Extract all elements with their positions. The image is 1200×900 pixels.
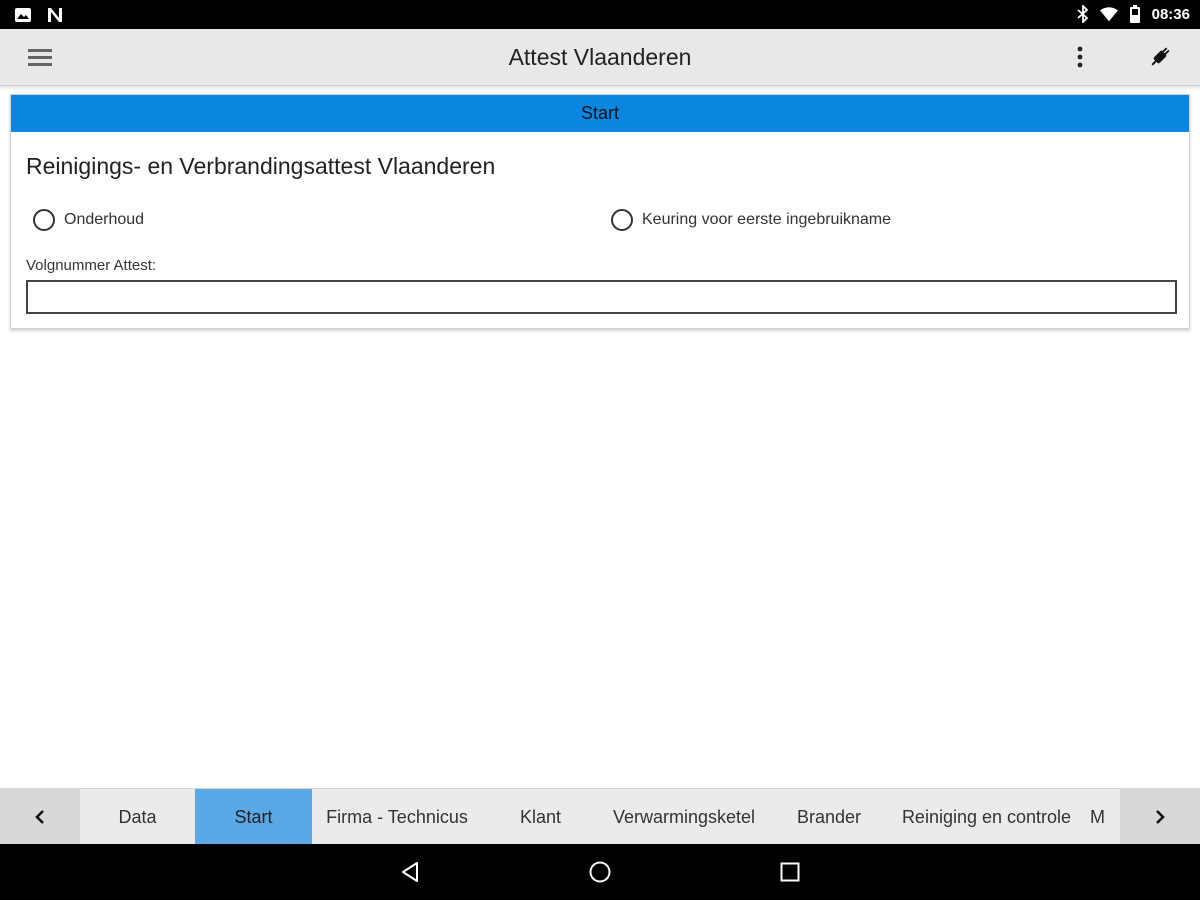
- radio-circle[interactable]: [611, 209, 633, 231]
- start-card: Start Reinigings- en Verbrandingsattest …: [10, 94, 1190, 329]
- system-nav-bar: [0, 844, 1200, 900]
- home-icon[interactable]: [586, 858, 614, 886]
- recents-icon[interactable]: [776, 858, 804, 886]
- tab-reiniging-en-controle[interactable]: Reiniging en controle: [889, 789, 1084, 845]
- volgnummer-input[interactable]: [26, 280, 1177, 314]
- plug-icon[interactable]: [1143, 41, 1177, 73]
- back-icon[interactable]: [396, 858, 424, 886]
- status-time: 08:36: [1151, 5, 1190, 23]
- image-icon: [14, 6, 32, 24]
- tab-brander[interactable]: Brander: [769, 789, 889, 845]
- app-title: Attest Vlaanderen: [508, 44, 692, 70]
- bluetooth-icon: [1074, 5, 1092, 23]
- card-header: Start: [11, 95, 1189, 132]
- card-title: Reinigings- en Verbrandingsattest Vlaand…: [26, 153, 496, 179]
- tab-klant[interactable]: Klant: [482, 789, 599, 845]
- tab-firma-technicus[interactable]: Firma - Technicus: [312, 789, 482, 845]
- radio-label: Onderhoud: [64, 211, 145, 228]
- status-bar: 08:36: [0, 0, 1200, 29]
- radio-label: Keuring voor eerste ingebruikname: [642, 211, 892, 228]
- radio-onderhoud[interactable]: Onderhoud: [33, 209, 144, 231]
- tabs-strip: Data Start Firma - Technicus Klant Verwa…: [80, 789, 1120, 845]
- n-icon: [46, 6, 64, 24]
- chevron-left-icon[interactable]: [0, 789, 80, 845]
- tab-m[interactable]: M: [1084, 789, 1120, 845]
- tab-verwarmingsketel[interactable]: Verwarmingsketel: [599, 789, 769, 845]
- tab-data[interactable]: Data: [80, 789, 195, 845]
- chevron-right-icon[interactable]: [1120, 789, 1200, 845]
- section-tab-bar: Data Start Firma - Technicus Klant Verwa…: [0, 788, 1200, 845]
- tab-start[interactable]: Start: [195, 789, 312, 845]
- battery-icon: [1126, 5, 1144, 23]
- wifi-icon: [1099, 5, 1118, 23]
- volgnummer-label: Volgnummer Attest:: [26, 257, 157, 274]
- radio-circle[interactable]: [33, 209, 55, 231]
- more-vert-icon[interactable]: [1066, 41, 1094, 73]
- app-bar: Attest Vlaanderen: [0, 29, 1200, 86]
- radio-keuring[interactable]: Keuring voor eerste ingebruikname: [611, 209, 891, 231]
